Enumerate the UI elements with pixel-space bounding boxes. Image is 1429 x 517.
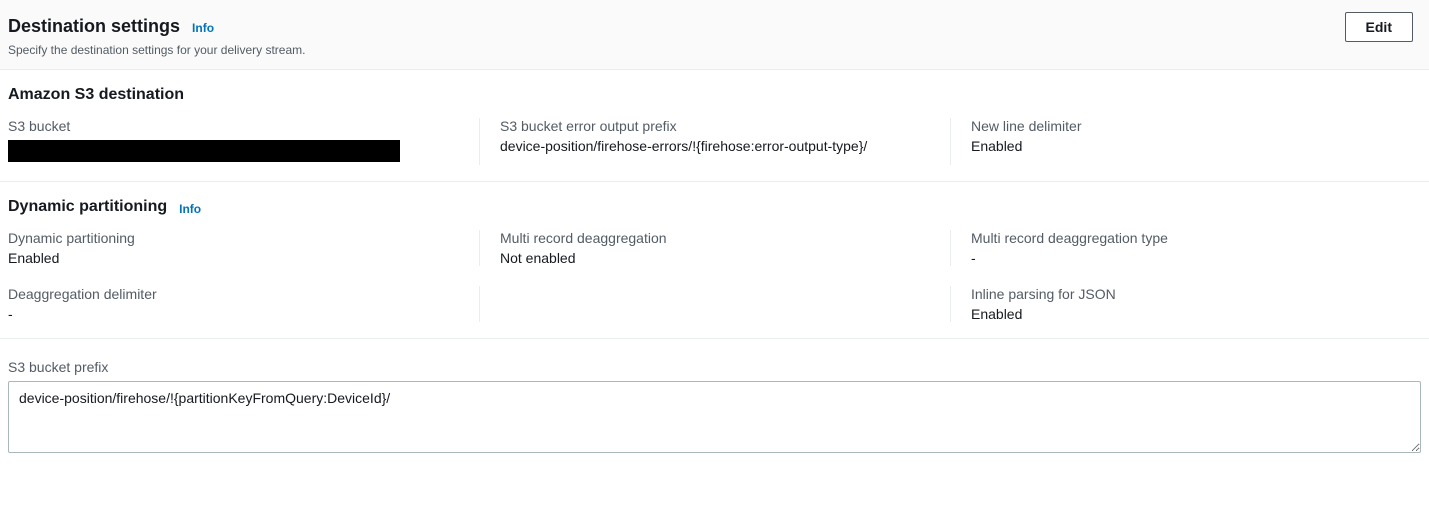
panel-title: Destination settings bbox=[8, 16, 180, 37]
deagg-delim-label: Deaggregation delimiter bbox=[8, 286, 459, 302]
deagg-delim-value: - bbox=[8, 306, 459, 322]
info-link[interactable]: Info bbox=[192, 21, 214, 35]
s3-destination-title: Amazon S3 destination bbox=[8, 86, 184, 104]
newline-label: New line delimiter bbox=[971, 118, 1401, 134]
s3-destination-grid: S3 bucket S3 bucket error output prefix … bbox=[8, 118, 1421, 165]
field-dynamic-partitioning: Dynamic partitioning Enabled bbox=[8, 230, 479, 266]
edit-button[interactable]: Edit bbox=[1345, 12, 1413, 42]
destination-settings-panel: Destination settings Info Specify the de… bbox=[0, 0, 1429, 70]
field-multi-deagg-type: Multi record deaggregation type - bbox=[950, 230, 1421, 266]
field-multi-deagg: Multi record deaggregation Not enabled bbox=[479, 230, 950, 266]
s3-bucket-label: S3 bucket bbox=[8, 118, 459, 134]
field-deagg-delimiter: Deaggregation delimiter - bbox=[8, 286, 479, 322]
s3-prefix-label: S3 bucket prefix bbox=[8, 359, 1421, 375]
s3-bucket-value-redacted bbox=[8, 140, 400, 162]
newline-value: Enabled bbox=[971, 138, 1401, 154]
dynamic-partitioning-grid: Dynamic partitioning Enabled Multi recor… bbox=[8, 230, 1421, 322]
multi-deagg-value: Not enabled bbox=[500, 250, 930, 266]
s3-error-prefix-value: device-position/firehose-errors/!{fireho… bbox=[500, 138, 930, 154]
dp-value: Enabled bbox=[8, 250, 459, 266]
s3-error-prefix-label: S3 bucket error output prefix bbox=[500, 118, 930, 134]
multi-deagg-type-value: - bbox=[971, 250, 1401, 266]
field-empty-middle bbox=[479, 286, 950, 322]
field-newline-delimiter: New line delimiter Enabled bbox=[950, 118, 1421, 165]
section-title-row: Dynamic partitioning Info bbox=[8, 198, 1421, 216]
s3-prefix-textarea-wrap: device-position/firehose/!{partitionKeyF… bbox=[8, 381, 1421, 456]
info-link[interactable]: Info bbox=[179, 202, 201, 216]
field-s3-bucket: S3 bucket bbox=[8, 118, 479, 165]
panel-title-row: Destination settings Info bbox=[8, 16, 1421, 37]
section-title-row: Amazon S3 destination bbox=[8, 86, 1421, 104]
inline-json-value: Enabled bbox=[971, 306, 1401, 322]
field-s3-error-prefix: S3 bucket error output prefix device-pos… bbox=[479, 118, 950, 165]
inline-json-label: Inline parsing for JSON bbox=[971, 286, 1401, 302]
s3-destination-section: Amazon S3 destination S3 bucket S3 bucke… bbox=[0, 70, 1429, 182]
dp-label: Dynamic partitioning bbox=[8, 230, 459, 246]
panel-subtitle: Specify the destination settings for you… bbox=[8, 43, 1421, 57]
field-inline-json: Inline parsing for JSON Enabled bbox=[950, 286, 1421, 322]
s3-prefix-textarea[interactable]: device-position/firehose/!{partitionKeyF… bbox=[8, 381, 1421, 453]
s3-prefix-section: S3 bucket prefix device-position/firehos… bbox=[0, 339, 1429, 472]
multi-deagg-type-label: Multi record deaggregation type bbox=[971, 230, 1401, 246]
multi-deagg-label: Multi record deaggregation bbox=[500, 230, 930, 246]
dynamic-partitioning-section: Dynamic partitioning Info Dynamic partit… bbox=[0, 182, 1429, 339]
dynamic-partitioning-title: Dynamic partitioning bbox=[8, 198, 167, 216]
